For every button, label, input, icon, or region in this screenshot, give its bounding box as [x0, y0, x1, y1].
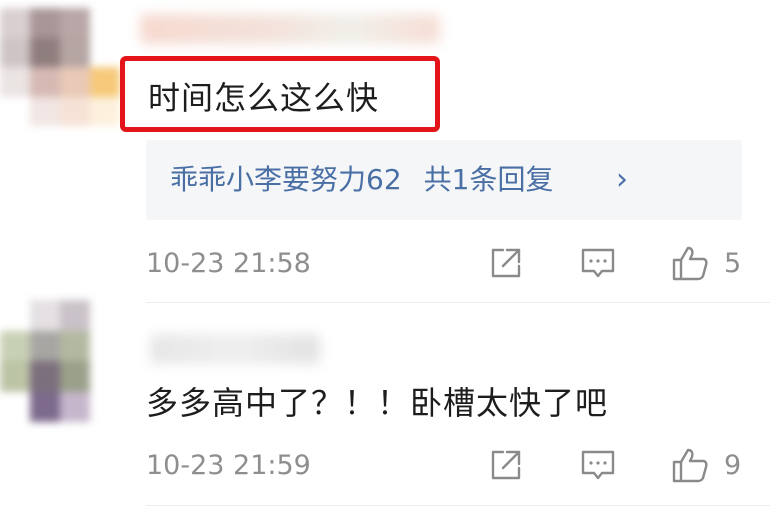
username-obscured[interactable]	[150, 334, 320, 364]
comment-bubble-icon	[581, 248, 615, 278]
comment-bubble-icon	[581, 450, 615, 480]
reply-button[interactable]	[578, 445, 618, 485]
like-button[interactable]	[670, 243, 710, 283]
timestamp: 10-23 21:59	[146, 450, 311, 481]
like-count: 9	[724, 450, 742, 481]
chevron-right-icon: ›	[616, 162, 628, 197]
divider	[146, 302, 770, 303]
like-button[interactable]	[670, 445, 710, 485]
divider	[146, 505, 770, 506]
reply-summary-link[interactable]: 乖乖小李要努力62 共1条回复	[170, 162, 553, 198]
comment-meta: 10-23 21:59 9	[146, 445, 742, 485]
avatar[interactable]	[0, 300, 120, 422]
highlight-annotation	[120, 56, 440, 132]
timestamp: 10-23 21:58	[146, 248, 311, 279]
reply-button[interactable]	[578, 243, 618, 283]
thumbs-up-icon	[672, 246, 708, 281]
share-edit-icon	[491, 248, 521, 278]
share-edit-icon	[491, 450, 521, 480]
like-count: 5	[724, 248, 742, 279]
reply-count[interactable]: 共1条回复	[424, 163, 554, 196]
username-obscured[interactable]	[140, 14, 440, 44]
share-button[interactable]	[486, 243, 526, 283]
avatar[interactable]	[0, 8, 120, 126]
comment-meta: 10-23 21:58 5	[146, 243, 742, 283]
share-button[interactable]	[486, 445, 526, 485]
comment-text: 多多高中了？！！卧槽太快了吧	[146, 384, 609, 422]
thumbs-up-icon	[672, 448, 708, 483]
reply-summary[interactable]: 乖乖小李要努力62 共1条回复 ›	[146, 140, 742, 220]
reply-user[interactable]: 乖乖小李要努力62	[170, 163, 402, 196]
